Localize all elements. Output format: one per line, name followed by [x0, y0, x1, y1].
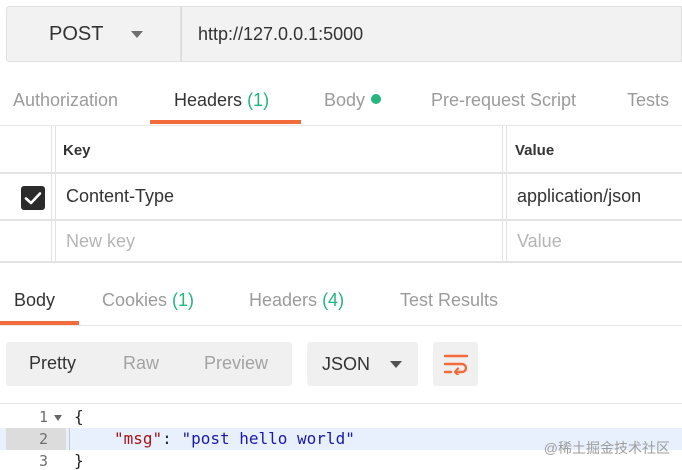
header-enabled-checkbox[interactable]: [21, 186, 45, 210]
chevron-down-icon: [131, 30, 144, 38]
preview-button[interactable]: Preview: [204, 353, 268, 374]
tab-headers[interactable]: Headers (1): [174, 90, 269, 111]
json-key: "msg": [114, 429, 163, 448]
fold-arrow-icon[interactable]: [54, 415, 62, 421]
url-text: http://127.0.0.1:5000: [198, 23, 364, 44]
code-line: 1 {: [0, 406, 682, 428]
column-header-key: Key: [63, 142, 91, 159]
divider: [0, 325, 682, 326]
request-bar: POST http://127.0.0.1:5000: [6, 6, 682, 64]
wrap-lines-button[interactable]: [433, 342, 478, 386]
code-text: }: [74, 451, 84, 470]
headers-count: (1): [247, 90, 270, 110]
indent-guide: [69, 428, 70, 450]
language-select[interactable]: JSON: [307, 342, 418, 386]
body-status-dot-icon: [371, 94, 382, 104]
new-value-input[interactable]: Value: [517, 231, 562, 252]
divider: [0, 125, 682, 126]
request-tabs: Authorization Headers (1) Body Pre-reque…: [0, 76, 682, 126]
raw-button[interactable]: Raw: [123, 353, 159, 374]
tab-tests[interactable]: Tests: [627, 90, 669, 111]
code-text: {: [74, 407, 84, 426]
wrap-lines-icon: [443, 354, 468, 375]
url-input[interactable]: http://127.0.0.1:5000: [181, 6, 682, 62]
response-headers-count: (4): [322, 290, 345, 310]
tab-response-headers[interactable]: Headers (4): [249, 290, 344, 311]
tab-test-results[interactable]: Test Results: [400, 290, 498, 311]
view-mode-group: Pretty Raw Preview: [6, 342, 292, 386]
check-icon: [24, 192, 42, 205]
method-label: POST: [49, 22, 104, 45]
new-key-input[interactable]: New key: [66, 231, 135, 252]
language-label: JSON: [322, 353, 371, 374]
cookies-count: (1): [172, 290, 195, 310]
line-number: 1: [38, 408, 48, 426]
code-text: "msg": "post hello world": [114, 429, 355, 448]
response-body-editor[interactable]: 1 { 2 "msg": "post hello world" 3 }: [0, 403, 682, 470]
pretty-button[interactable]: Pretty: [29, 353, 76, 374]
chevron-down-icon: [390, 360, 403, 368]
json-value: "post hello world": [181, 429, 355, 448]
watermark: @稀土掘金技术社区: [543, 440, 670, 456]
column-header-value: Value: [515, 142, 555, 159]
line-number: 3: [38, 452, 48, 470]
line-number: 2: [38, 430, 48, 448]
tab-cookies[interactable]: Cookies (1): [102, 290, 194, 311]
tab-authorization[interactable]: Authorization: [13, 90, 118, 111]
method-select[interactable]: POST: [6, 6, 181, 62]
tab-response-body[interactable]: Body: [14, 290, 55, 311]
tab-body[interactable]: Body: [324, 90, 382, 111]
header-value-cell[interactable]: application/json: [517, 186, 641, 207]
active-tab-indicator: [150, 120, 301, 124]
header-key-cell[interactable]: Content-Type: [66, 186, 174, 207]
tab-pre-request-script[interactable]: Pre-request Script: [431, 90, 576, 111]
